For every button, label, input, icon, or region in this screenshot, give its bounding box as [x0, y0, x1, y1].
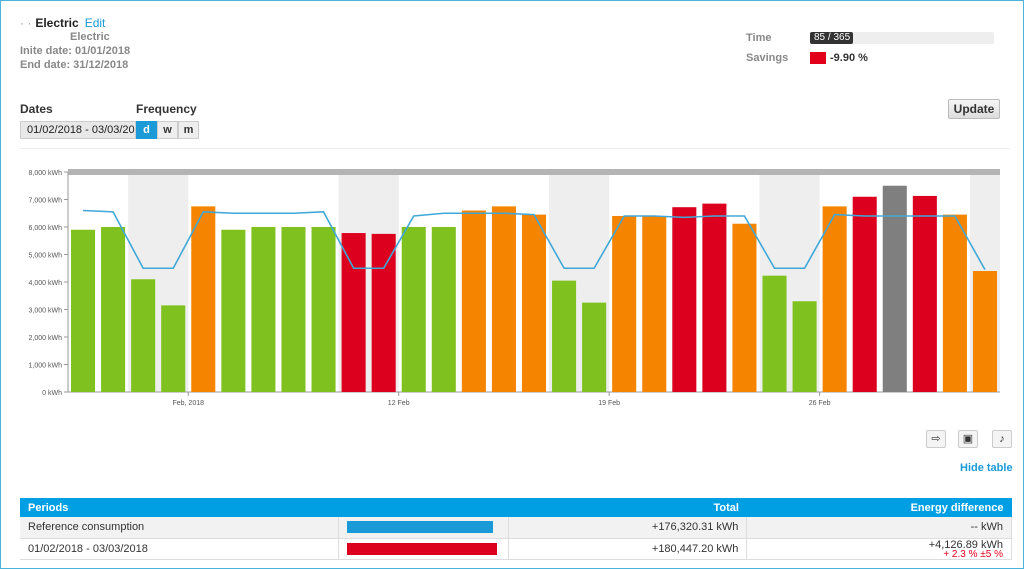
period-cell: Reference consumption — [20, 517, 339, 539]
max-band — [68, 169, 1000, 175]
bar-day-16 — [521, 214, 547, 392]
bar-cell — [338, 538, 509, 560]
savings-indicator — [810, 52, 826, 64]
table-header-row: Periods Total Energy difference — [20, 498, 1012, 517]
difference-cell: +4,126.89 kWh + 2.3 % ±5 % — [746, 538, 1012, 560]
savings-label: Savings — [746, 52, 789, 64]
y-tick-label: 3,000 kWh — [29, 308, 63, 315]
bar-day-6 — [221, 229, 246, 392]
bar-day-19 — [612, 216, 637, 392]
frequency-selector: d w m — [136, 121, 199, 139]
col-total: Total — [508, 498, 747, 517]
edit-link[interactable]: Edit — [85, 16, 106, 30]
y-tick-label: 6,000 kWh — [29, 225, 63, 232]
x-tick-label: 19 Feb — [598, 400, 620, 407]
bar-day-10 — [341, 233, 366, 392]
meter-header: · · Electric Edit Electric Inite date: 01/… — [20, 16, 130, 72]
difference-percent: + 2.3 % ±5 % — [943, 548, 1003, 560]
y-tick-label: 2,000 kWh — [29, 335, 63, 342]
export-icon: ⇨ — [931, 433, 941, 445]
total-bar — [346, 542, 497, 555]
consumption-chart: 0 kWh 1,000 kWh 2,000 kWh 3,000 kWh 4,000 kW… — [29, 169, 1000, 407]
col-periods: Periods — [20, 498, 339, 517]
bar-day-9 — [311, 227, 336, 392]
bar-day-30 — [942, 214, 967, 392]
y-tick-label: 1,000 kWh — [29, 363, 63, 370]
update-button[interactable]: Update — [948, 99, 1000, 119]
bar-day-13 — [431, 227, 456, 392]
savings-row: Savings -9.90 % — [746, 48, 994, 68]
time-progress-text: 85 / 365 — [814, 32, 851, 43]
total-cell: +180,447.20 kWh — [508, 538, 748, 560]
bar-cell — [338, 517, 509, 539]
time-progress-bar: 85 / 365 — [810, 32, 994, 44]
bar-day-26 — [822, 206, 847, 392]
total-bar — [346, 521, 494, 534]
frequency-month-button[interactable]: m — [178, 121, 199, 139]
x-tick-label: Feb, 2018 — [172, 400, 204, 407]
export-button[interactable]: ⇨ — [926, 430, 946, 448]
start-date: Inite date: 01/01/2018 — [20, 45, 131, 57]
meter-title: Electric — [35, 16, 79, 30]
frequency-week-button[interactable]: w — [157, 121, 178, 139]
time-label: Time — [746, 32, 772, 44]
bar-day-14 — [461, 210, 486, 392]
bar-day-22 — [702, 203, 727, 392]
total-cell: +176,320.31 kWh — [508, 517, 748, 539]
divider — [20, 148, 1010, 149]
bar-day-18 — [582, 302, 607, 392]
bar-day-7 — [251, 227, 276, 392]
bar-day-11 — [371, 233, 396, 392]
bar-day-12 — [401, 227, 426, 392]
bar-day-20 — [642, 216, 667, 392]
bar-day-21 — [672, 207, 697, 392]
bar-day-31 — [972, 271, 997, 392]
bar-day-25 — [792, 301, 817, 392]
bar-day-1 — [71, 229, 96, 392]
y-tick-label: 0 kWh — [42, 390, 62, 397]
savings-value: -9.90 % — [830, 52, 868, 64]
period-cell: 01/02/2018 - 03/03/2018 — [20, 538, 339, 560]
difference-value: -- kWh — [970, 521, 1003, 534]
bar-day-3 — [131, 279, 156, 392]
bar-day-5 — [191, 206, 216, 392]
frequency-day-button[interactable]: d — [136, 121, 157, 139]
periods-table: Periods Total Energy difference Referenc… — [20, 498, 1012, 560]
dates-label: Dates — [20, 102, 53, 116]
col-bar — [338, 498, 509, 517]
bar-day-27 — [852, 196, 877, 392]
bar-day-15 — [491, 206, 516, 392]
camera-icon: ▣ — [962, 433, 974, 445]
frequency-label: Frequency — [136, 102, 197, 116]
col-energy-difference: Energy difference — [746, 498, 1012, 517]
bar-day-24 — [762, 275, 787, 392]
difference-cell: -- kWh — [746, 517, 1012, 539]
bar-day-2 — [101, 227, 126, 392]
end-date: End date: 31/12/2018 — [20, 59, 129, 71]
hide-table-link[interactable]: Hide table — [960, 462, 1013, 474]
y-tick-label: 5,000 kWh — [29, 253, 63, 260]
music-note-icon: ♪ — [999, 433, 1005, 445]
date-range-input[interactable]: 01/02/2018 - 03/03/20 — [20, 121, 136, 139]
screenshot-button[interactable]: ▣ — [958, 430, 978, 448]
table-row: 01/02/2018 - 03/03/2018 +180,447.20 kWh … — [20, 538, 1012, 560]
bar-day-23 — [732, 223, 757, 392]
bar-day-4 — [161, 305, 186, 392]
y-tick-label: 7,000 kWh — [29, 198, 63, 205]
bar-day-8 — [281, 227, 306, 392]
table-row: Reference consumption +176,320.31 kWh --… — [20, 517, 1012, 539]
meta-panel: Time 85 / 365 Savings -9.90 % — [746, 28, 994, 68]
x-tick-label: 12 Feb — [388, 400, 410, 407]
meter-title-row: · · Electric Edit — [20, 16, 130, 30]
y-tick-label: 8,000 kWh — [29, 170, 63, 177]
bar-day-29 — [912, 195, 937, 392]
x-tick-label: 26 Feb — [809, 400, 831, 407]
music-button[interactable]: ♪ — [992, 430, 1012, 448]
meter-subtitle: Electric — [70, 31, 110, 43]
bar-day-17 — [552, 280, 577, 392]
time-row: Time 85 / 365 — [746, 28, 994, 48]
y-tick-label: 4,000 kWh — [29, 280, 63, 287]
meter-name-masked: · · — [20, 16, 32, 30]
